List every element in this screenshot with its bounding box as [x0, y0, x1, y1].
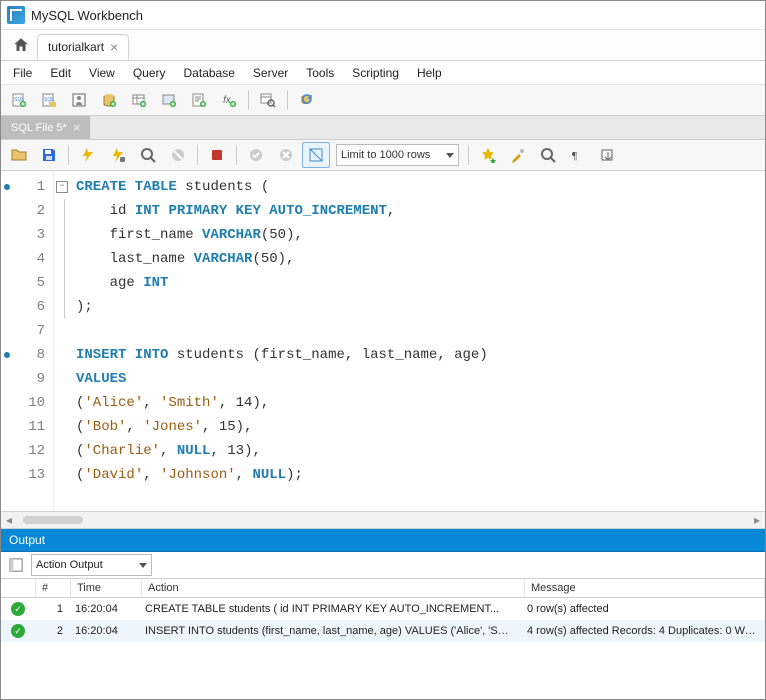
output-col-Message[interactable]: Message	[525, 579, 765, 597]
menu-database[interactable]: Database	[176, 64, 243, 82]
output-grid-header: #TimeActionMessage	[1, 579, 765, 598]
close-icon[interactable]: ×	[73, 120, 81, 135]
main-toolbar: SQLSQL fx	[1, 85, 765, 116]
output-grid: #TimeActionMessage ✓116:20:04CREATE TABL…	[1, 579, 765, 642]
menu-bar: FileEditViewQueryDatabaseServerToolsScri…	[1, 61, 765, 85]
inspector-icon[interactable]	[65, 87, 93, 113]
menu-query[interactable]: Query	[125, 64, 174, 82]
output-panel-header: Output	[1, 529, 765, 552]
fold-column: −	[54, 171, 70, 511]
execute-current-icon[interactable]	[104, 142, 132, 168]
menu-server[interactable]: Server	[245, 64, 296, 82]
output-row[interactable]: ✓116:20:04CREATE TABLE students ( id INT…	[1, 598, 765, 620]
menu-scripting[interactable]: Scripting	[344, 64, 407, 82]
explain-icon[interactable]	[134, 142, 162, 168]
connection-tab-strip: tutorialkart ×	[1, 30, 765, 61]
output-header-label: Output	[9, 533, 45, 547]
beautify-icon[interactable]	[474, 142, 502, 168]
output-col-status[interactable]	[1, 579, 36, 597]
editor-code-area[interactable]: CREATE TABLE students ( id INT PRIMARY K…	[70, 171, 488, 511]
output-type-select[interactable]: Action Output	[31, 554, 152, 576]
create-table-icon[interactable]	[125, 87, 153, 113]
close-icon[interactable]: ×	[110, 40, 118, 54]
output-type-label: Action Output	[36, 559, 103, 571]
output-col-Time[interactable]: Time	[71, 579, 142, 597]
rollback-icon[interactable]	[272, 142, 300, 168]
query-tab-strip: SQL File 5* ×	[1, 116, 765, 140]
toggle-autocommit-icon[interactable]	[302, 142, 330, 168]
title-bar: MySQL Workbench	[1, 1, 765, 30]
menu-edit[interactable]: Edit	[42, 64, 79, 82]
editor-gutter: 12345678910111213	[1, 171, 54, 511]
status-ok-icon: ✓	[11, 602, 25, 616]
output-toolbar: Action Output	[1, 552, 765, 579]
invisible-chars-icon[interactable]	[534, 142, 562, 168]
menu-file[interactable]: File	[5, 64, 40, 82]
menu-help[interactable]: Help	[409, 64, 450, 82]
open-file-icon[interactable]	[5, 142, 33, 168]
row-limit-select[interactable]: Limit to 1000 rows	[336, 144, 459, 166]
query-tab[interactable]: SQL File 5* ×	[1, 116, 90, 139]
create-schema-icon[interactable]	[95, 87, 123, 113]
scroll-right-icon[interactable]: ▸	[749, 513, 765, 527]
output-view-icon[interactable]	[7, 556, 25, 574]
app-window: MySQL Workbench tutorialkart × FileEditV…	[0, 0, 766, 700]
find-icon[interactable]	[504, 142, 532, 168]
menu-tools[interactable]: Tools	[298, 64, 342, 82]
sql-editor[interactable]: 12345678910111213 − CREATE TABLE student…	[1, 171, 765, 512]
connection-tab[interactable]: tutorialkart ×	[37, 34, 129, 60]
reconnect-icon[interactable]	[293, 87, 321, 113]
commit-icon[interactable]	[242, 142, 270, 168]
app-title: MySQL Workbench	[31, 8, 143, 23]
stop-icon[interactable]	[164, 142, 192, 168]
status-ok-icon: ✓	[11, 624, 25, 638]
open-sql-file-icon[interactable]: SQL	[35, 87, 63, 113]
search-table-data-icon[interactable]	[254, 87, 282, 113]
output-row[interactable]: ✓216:20:04INSERT INTO students (first_na…	[1, 620, 765, 642]
execute-icon[interactable]	[74, 142, 102, 168]
new-sql-tab-icon[interactable]: SQL	[5, 87, 33, 113]
editor-horizontal-scrollbar[interactable]: ◂ ▸	[1, 512, 765, 529]
save-file-icon[interactable]	[35, 142, 63, 168]
create-procedure-icon[interactable]	[185, 87, 213, 113]
connection-tab-label: tutorialkart	[48, 40, 104, 54]
scrollbar-thumb[interactable]	[23, 516, 83, 524]
scroll-left-icon[interactable]: ◂	[1, 513, 17, 527]
fold-toggle[interactable]: −	[56, 181, 68, 193]
cancel-icon[interactable]	[203, 142, 231, 168]
output-grid-body: ✓116:20:04CREATE TABLE students ( id INT…	[1, 598, 765, 642]
chevron-down-icon	[139, 563, 147, 568]
app-logo-icon	[7, 6, 25, 24]
output-col-#[interactable]: #	[36, 579, 71, 597]
create-view-icon[interactable]	[155, 87, 183, 113]
svg-text:¶: ¶	[572, 150, 577, 162]
jump-icon[interactable]	[594, 142, 622, 168]
home-button[interactable]	[5, 30, 37, 60]
output-col-Action[interactable]: Action	[142, 579, 525, 597]
chevron-down-icon	[446, 153, 454, 158]
menu-view[interactable]: View	[81, 64, 123, 82]
query-tab-label: SQL File 5*	[11, 122, 67, 134]
home-icon	[12, 36, 30, 54]
wrap-lines-icon[interactable]: ¶	[564, 142, 592, 168]
query-toolbar: Limit to 1000 rows ¶	[1, 140, 765, 171]
create-function-icon[interactable]: fx	[215, 87, 243, 113]
